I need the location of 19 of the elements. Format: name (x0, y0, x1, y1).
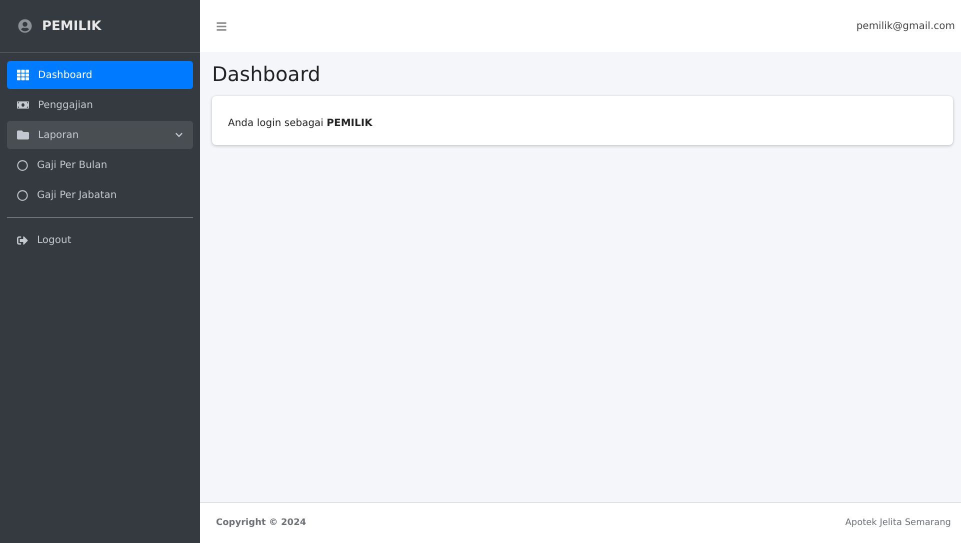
logout-icon (17, 234, 28, 246)
logout-link[interactable]: Logout (7, 226, 193, 254)
copyright-text: Copyright © 2024 (216, 518, 306, 528)
login-message: Anda login sebagai PEMILIK (228, 118, 372, 129)
menu-icon[interactable] (216, 20, 227, 32)
folder-icon (17, 129, 29, 141)
banknote-icon (17, 99, 29, 111)
nav-item[interactable]: Dashboard (7, 61, 193, 89)
chevron-icon (175, 131, 183, 139)
page-title: Dashboard (212, 62, 322, 86)
nav-item[interactable]: Laporan (7, 121, 193, 149)
nav-subitem[interactable]: Gaji Per Jabatan (7, 181, 193, 209)
logo-icon (18, 19, 32, 33)
nav-subitem[interactable]: Gaji Per Bulan (7, 151, 193, 179)
brand-title: PEMILIK (42, 18, 102, 34)
nav-item[interactable]: Penggajian (7, 91, 193, 119)
grid-icon (17, 69, 29, 81)
user-email[interactable]: pemilik@gmail.com (856, 20, 955, 32)
credit-text: Apotek Jelita Semarang (845, 518, 951, 528)
